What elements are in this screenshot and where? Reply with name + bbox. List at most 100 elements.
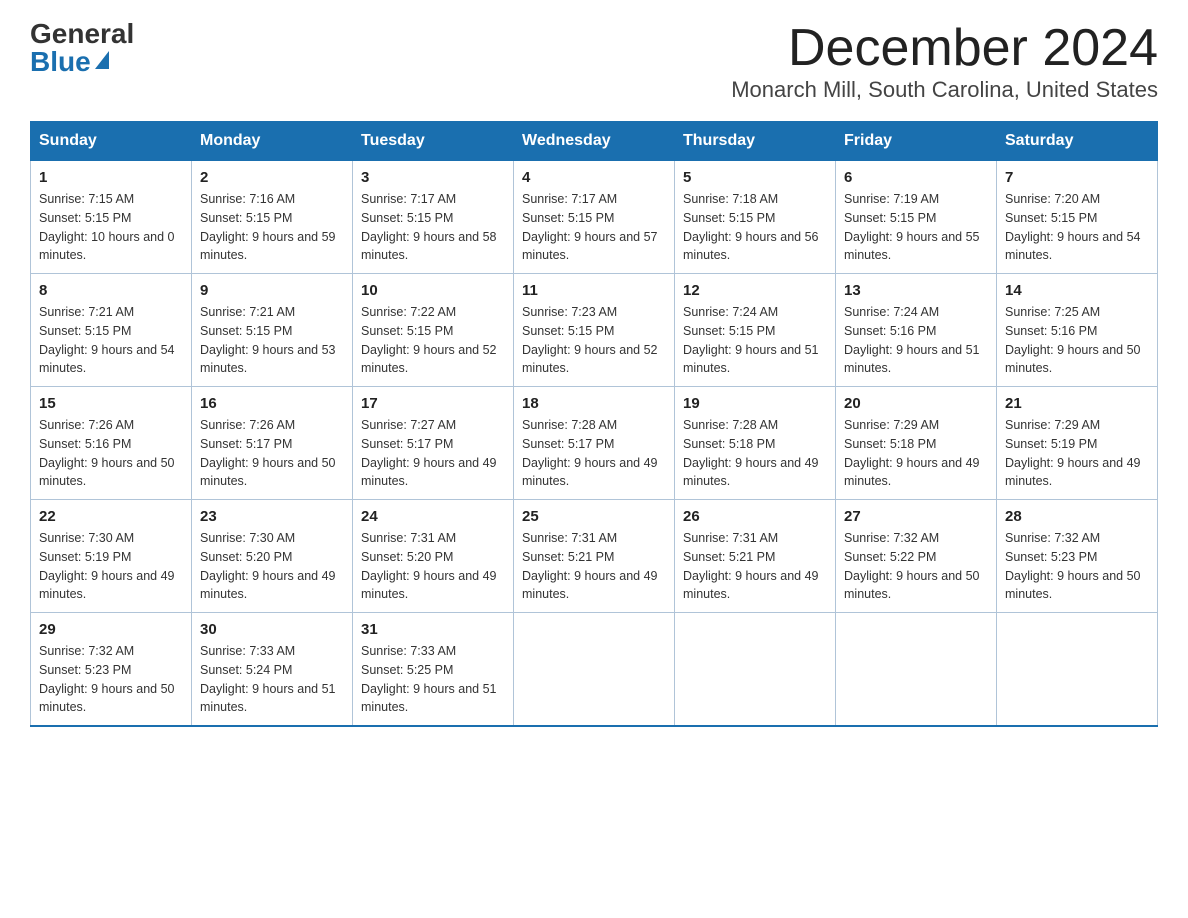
day-info: Sunrise: 7:22 AMSunset: 5:15 PMDaylight:… [361,303,505,378]
day-number: 26 [683,508,827,525]
title-area: December 2024 Monarch Mill, South Caroli… [731,20,1158,103]
calendar-day-cell: 13 Sunrise: 7:24 AMSunset: 5:16 PMDayligh… [836,274,997,387]
calendar-day-header: Thursday [675,122,836,161]
day-info: Sunrise: 7:33 AMSunset: 5:25 PMDaylight:… [361,642,505,717]
calendar-day-cell: 17 Sunrise: 7:27 AMSunset: 5:17 PMDayligh… [353,387,514,500]
calendar-day-header: Sunday [31,122,192,161]
day-number: 9 [200,282,344,299]
day-number: 3 [361,169,505,186]
calendar-week-row: 8 Sunrise: 7:21 AMSunset: 5:15 PMDaylight… [31,274,1158,387]
day-number: 7 [1005,169,1149,186]
page-header: General Blue December 2024 Monarch Mill,… [30,20,1158,103]
calendar-day-cell: 31 Sunrise: 7:33 AMSunset: 5:25 PMDayligh… [353,613,514,727]
day-info: Sunrise: 7:21 AMSunset: 5:15 PMDaylight:… [200,303,344,378]
calendar-day-cell: 11 Sunrise: 7:23 AMSunset: 5:15 PMDayligh… [514,274,675,387]
day-number: 6 [844,169,988,186]
calendar-day-cell: 26 Sunrise: 7:31 AMSunset: 5:21 PMDayligh… [675,500,836,613]
calendar-week-row: 1Sunrise: 7:15 AMSunset: 5:15 PMDaylight… [31,161,1158,274]
calendar-day-cell: 3 Sunrise: 7:17 AMSunset: 5:15 PMDaylight… [353,161,514,274]
day-info: Sunrise: 7:30 AMSunset: 5:19 PMDaylight:… [39,529,183,604]
calendar-table: SundayMondayTuesdayWednesdayThursdayFrid… [30,121,1158,727]
day-number: 25 [522,508,666,525]
day-info: Sunrise: 7:27 AMSunset: 5:17 PMDaylight:… [361,416,505,491]
calendar-day-cell: 2Sunrise: 7:16 AMSunset: 5:15 PMDaylight… [192,161,353,274]
calendar-day-cell [514,613,675,727]
day-info: Sunrise: 7:19 AMSunset: 5:15 PMDaylight:… [844,190,988,265]
day-info: Sunrise: 7:26 AMSunset: 5:16 PMDaylight:… [39,416,183,491]
day-number: 19 [683,395,827,412]
day-info: Sunrise: 7:18 AMSunset: 5:15 PMDaylight:… [683,190,827,265]
day-number: 30 [200,621,344,638]
calendar-day-cell: 19 Sunrise: 7:28 AMSunset: 5:18 PMDayligh… [675,387,836,500]
day-number: 31 [361,621,505,638]
calendar-day-header: Wednesday [514,122,675,161]
calendar-day-cell: 28 Sunrise: 7:32 AMSunset: 5:23 PMDayligh… [997,500,1158,613]
calendar-day-cell: 22 Sunrise: 7:30 AMSunset: 5:19 PMDayligh… [31,500,192,613]
calendar-day-cell: 23 Sunrise: 7:30 AMSunset: 5:20 PMDayligh… [192,500,353,613]
day-number: 17 [361,395,505,412]
day-number: 23 [200,508,344,525]
day-info: Sunrise: 7:15 AMSunset: 5:15 PMDaylight:… [39,190,183,265]
day-info: Sunrise: 7:28 AMSunset: 5:17 PMDaylight:… [522,416,666,491]
day-info: Sunrise: 7:33 AMSunset: 5:24 PMDaylight:… [200,642,344,717]
calendar-day-cell [836,613,997,727]
day-info: Sunrise: 7:24 AMSunset: 5:16 PMDaylight:… [844,303,988,378]
day-number: 8 [39,282,183,299]
calendar-day-cell: 9 Sunrise: 7:21 AMSunset: 5:15 PMDaylight… [192,274,353,387]
calendar-day-cell [997,613,1158,727]
day-number: 12 [683,282,827,299]
day-info: Sunrise: 7:31 AMSunset: 5:21 PMDaylight:… [683,529,827,604]
calendar-day-cell: 12 Sunrise: 7:24 AMSunset: 5:15 PMDayligh… [675,274,836,387]
calendar-day-cell: 7Sunrise: 7:20 AMSunset: 5:15 PMDaylight… [997,161,1158,274]
day-number: 28 [1005,508,1149,525]
day-info: Sunrise: 7:32 AMSunset: 5:22 PMDaylight:… [844,529,988,604]
calendar-day-header: Monday [192,122,353,161]
logo-blue-text: Blue [30,48,109,76]
day-info: Sunrise: 7:32 AMSunset: 5:23 PMDaylight:… [39,642,183,717]
calendar-day-cell: 8 Sunrise: 7:21 AMSunset: 5:15 PMDaylight… [31,274,192,387]
calendar-header-row: SundayMondayTuesdayWednesdayThursdayFrid… [31,122,1158,161]
day-info: Sunrise: 7:30 AMSunset: 5:20 PMDaylight:… [200,529,344,604]
day-number: 5 [683,169,827,186]
day-info: Sunrise: 7:26 AMSunset: 5:17 PMDaylight:… [200,416,344,491]
day-info: Sunrise: 7:23 AMSunset: 5:15 PMDaylight:… [522,303,666,378]
logo-triangle-icon [95,51,109,69]
calendar-day-cell [675,613,836,727]
calendar-day-cell: 6 Sunrise: 7:19 AMSunset: 5:15 PMDaylight… [836,161,997,274]
calendar-day-cell: 10Sunrise: 7:22 AMSunset: 5:15 PMDayligh… [353,274,514,387]
day-info: Sunrise: 7:21 AMSunset: 5:15 PMDaylight:… [39,303,183,378]
calendar-day-cell: 14 Sunrise: 7:25 AMSunset: 5:16 PMDayligh… [997,274,1158,387]
day-number: 27 [844,508,988,525]
day-info: Sunrise: 7:17 AMSunset: 5:15 PMDaylight:… [522,190,666,265]
day-number: 22 [39,508,183,525]
calendar-week-row: 29Sunrise: 7:32 AMSunset: 5:23 PMDayligh… [31,613,1158,727]
day-number: 11 [522,282,666,299]
calendar-day-header: Saturday [997,122,1158,161]
day-info: Sunrise: 7:31 AMSunset: 5:20 PMDaylight:… [361,529,505,604]
calendar-week-row: 22 Sunrise: 7:30 AMSunset: 5:19 PMDayligh… [31,500,1158,613]
day-info: Sunrise: 7:29 AMSunset: 5:18 PMDaylight:… [844,416,988,491]
day-info: Sunrise: 7:28 AMSunset: 5:18 PMDaylight:… [683,416,827,491]
day-number: 14 [1005,282,1149,299]
day-info: Sunrise: 7:24 AMSunset: 5:15 PMDaylight:… [683,303,827,378]
calendar-day-cell: 29Sunrise: 7:32 AMSunset: 5:23 PMDayligh… [31,613,192,727]
day-number: 4 [522,169,666,186]
day-info: Sunrise: 7:25 AMSunset: 5:16 PMDaylight:… [1005,303,1149,378]
calendar-day-cell: 24 Sunrise: 7:31 AMSunset: 5:20 PMDayligh… [353,500,514,613]
day-number: 24 [361,508,505,525]
day-info: Sunrise: 7:32 AMSunset: 5:23 PMDaylight:… [1005,529,1149,604]
day-number: 13 [844,282,988,299]
calendar-day-cell: 1Sunrise: 7:15 AMSunset: 5:15 PMDaylight… [31,161,192,274]
day-number: 2 [200,169,344,186]
calendar-day-cell: 5 Sunrise: 7:18 AMSunset: 5:15 PMDaylight… [675,161,836,274]
logo: General Blue [30,20,134,76]
day-number: 20 [844,395,988,412]
calendar-day-cell: 30 Sunrise: 7:33 AMSunset: 5:24 PMDayligh… [192,613,353,727]
calendar-day-cell: 20 Sunrise: 7:29 AMSunset: 5:18 PMDayligh… [836,387,997,500]
calendar-day-header: Tuesday [353,122,514,161]
day-info: Sunrise: 7:31 AMSunset: 5:21 PMDaylight:… [522,529,666,604]
day-info: Sunrise: 7:17 AMSunset: 5:15 PMDaylight:… [361,190,505,265]
logo-general-text: General [30,20,134,48]
calendar-day-cell: 21Sunrise: 7:29 AMSunset: 5:19 PMDayligh… [997,387,1158,500]
calendar-day-cell: 18Sunrise: 7:28 AMSunset: 5:17 PMDayligh… [514,387,675,500]
